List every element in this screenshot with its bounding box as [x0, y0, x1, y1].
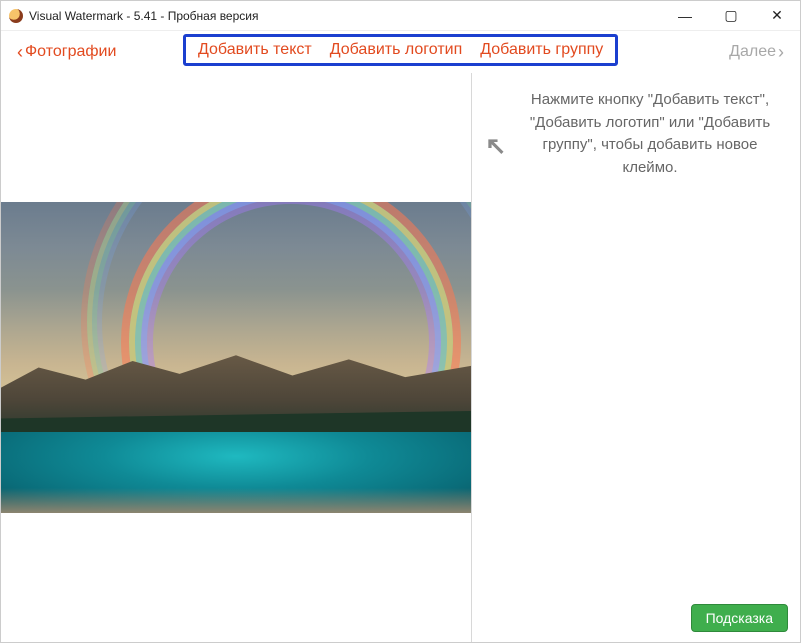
- title-bar: Visual Watermark - 5.41 - Пробная версия…: [1, 1, 800, 31]
- next-button[interactable]: Далее ›: [729, 43, 784, 61]
- maximize-button[interactable]: ▢: [708, 1, 754, 30]
- add-actions-highlight: Добавить текст Добавить логотип Добавить…: [183, 34, 618, 66]
- hint-text: Нажмите кнопку "Добавить текст", "Добави…: [520, 89, 780, 179]
- preview-image[interactable]: [1, 202, 471, 513]
- add-logo-button[interactable]: Добавить логотип: [330, 41, 463, 59]
- close-button[interactable]: ✕: [754, 1, 800, 30]
- chevron-left-icon: ‹: [17, 43, 23, 61]
- window-title: Visual Watermark - 5.41 - Пробная версия: [29, 9, 258, 23]
- window-controls: — ▢ ✕: [662, 1, 800, 30]
- chevron-right-icon: ›: [778, 43, 784, 61]
- preview-pane: [1, 73, 472, 642]
- back-button-label: Фотографии: [25, 43, 116, 61]
- next-button-label: Далее: [729, 43, 776, 61]
- add-group-button[interactable]: Добавить группу: [480, 41, 603, 59]
- hint-row: Нажмите кнопку "Добавить текст", "Добави…: [484, 89, 786, 179]
- app-icon: [9, 9, 23, 23]
- tip-button[interactable]: Подсказка: [691, 604, 788, 632]
- back-button[interactable]: ‹ Фотографии: [17, 43, 116, 61]
- toolbar: ‹ Фотографии Добавить текст Добавить лог…: [1, 31, 800, 73]
- hint-arrow-icon: [484, 135, 510, 166]
- minimize-button[interactable]: —: [662, 1, 708, 30]
- main-area: Нажмите кнопку "Добавить текст", "Добави…: [1, 73, 800, 642]
- add-text-button[interactable]: Добавить текст: [198, 41, 312, 59]
- side-panel: Нажмите кнопку "Добавить текст", "Добави…: [472, 73, 800, 642]
